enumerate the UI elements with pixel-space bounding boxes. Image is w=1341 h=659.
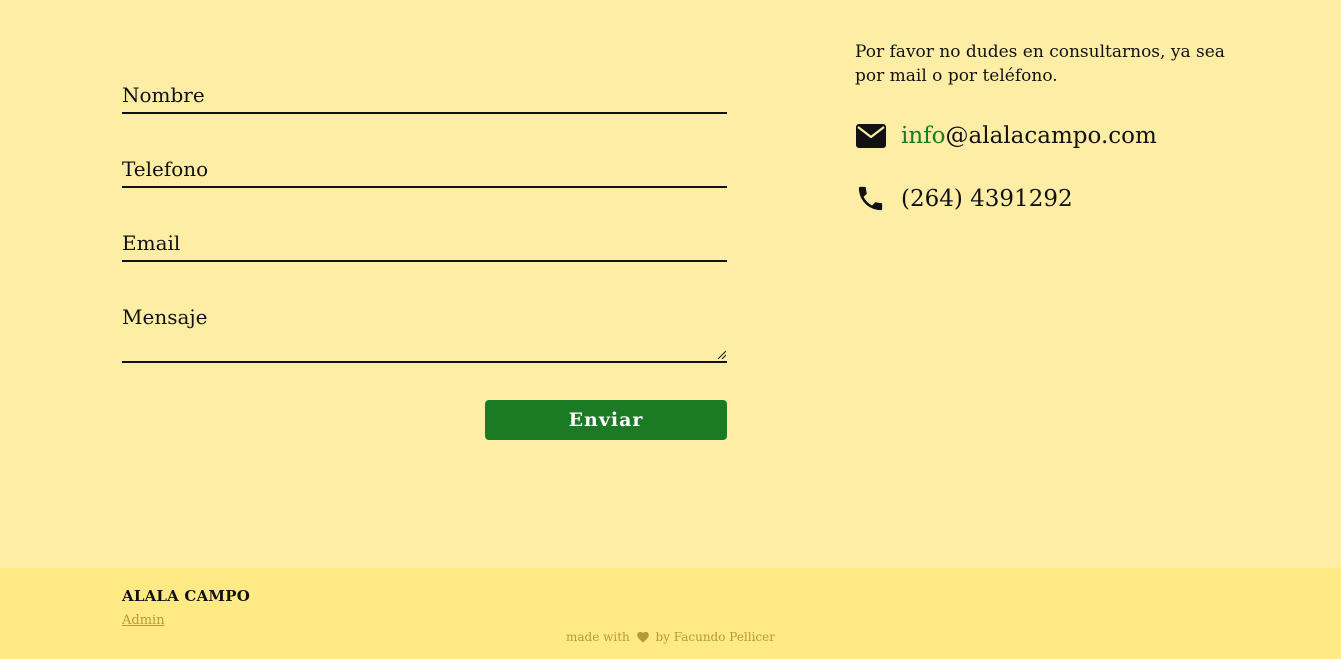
footer-brand: ALALA CAMPO	[122, 587, 250, 605]
phone-icon	[855, 183, 886, 214]
credit-suffix: by Facundo Pellicer	[655, 630, 775, 644]
phone-field[interactable]: Telefono	[122, 154, 727, 188]
message-field[interactable]: Mensaje	[122, 302, 727, 363]
phone-number[interactable]: (264) 4391292	[901, 184, 1073, 214]
credit-prefix: made with	[565, 630, 630, 644]
heart-icon	[636, 630, 650, 646]
footer-credit: made with by Facundo Pellicer	[0, 630, 1341, 646]
email-row: info@alalacampo.com	[855, 120, 1157, 151]
main-section: Nombre Telefono Email Mensaje Enviar Por…	[0, 0, 1341, 568]
contact-info: Por favor no dudes en consultarnos, ya s…	[855, 40, 1235, 212]
email-link[interactable]: info@alalacampo.com	[901, 121, 1157, 151]
phone-row: (264) 4391292	[855, 183, 1073, 214]
contact-intro: Por favor no dudes en consultarnos, ya s…	[855, 42, 1225, 86]
phone-label: Telefono	[122, 157, 209, 181]
email-field[interactable]: Email	[122, 228, 727, 262]
envelope-icon	[855, 120, 886, 151]
email-domain: @alalacampo.com	[945, 122, 1157, 149]
email-user: info	[901, 122, 946, 149]
email-label: Email	[122, 231, 181, 255]
name-field[interactable]: Nombre	[122, 80, 727, 114]
footer: ALALA CAMPO Admin made with by Facundo P…	[0, 568, 1341, 659]
admin-link[interactable]: Admin	[122, 613, 165, 628]
message-label: Mensaje	[122, 305, 208, 329]
name-label: Nombre	[122, 83, 205, 107]
resize-handle-icon[interactable]	[717, 350, 726, 359]
send-button[interactable]: Enviar	[485, 400, 727, 440]
